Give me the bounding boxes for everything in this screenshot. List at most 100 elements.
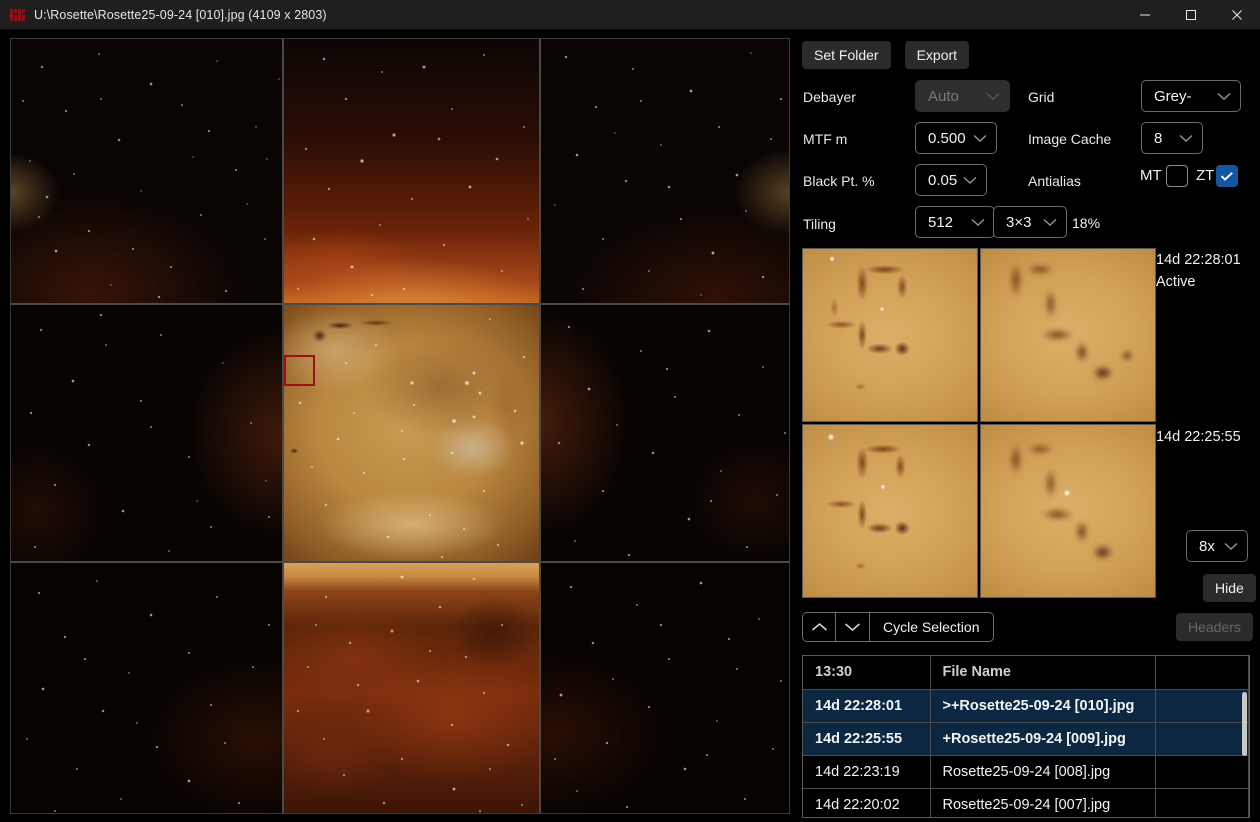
black-point-label: Black Pt. % [803, 173, 875, 189]
row-filename: >+Rosette25-09-24 [010].jpg [930, 689, 1156, 723]
tiling-grid-value: 3×3 [1006, 213, 1032, 231]
grid-line-vertical [282, 39, 284, 813]
table-row[interactable]: 14d 22:20:02 Rosette25-09-24 [007].jpg [803, 788, 1249, 817]
set-folder-button[interactable]: Set Folder [802, 41, 891, 69]
zt-label: ZT [1196, 167, 1215, 184]
tiling-label: Tiling [803, 216, 836, 232]
tiling-size-value: 512 [928, 213, 954, 231]
starfield [541, 305, 789, 561]
grid-line-vertical [539, 39, 541, 813]
zt-checkbox[interactable] [1216, 165, 1238, 187]
mt-checkbox[interactable] [1166, 165, 1188, 187]
image-cache-value: 8 [1154, 129, 1163, 147]
toolbar: Set Folder Export [802, 41, 970, 69]
mtf-label: MTF m [803, 131, 848, 147]
row-extra [1155, 722, 1249, 756]
image-tile-active[interactable] [284, 305, 539, 561]
tiling-size-dropdown[interactable]: 512 [915, 206, 995, 238]
image-tile[interactable] [11, 39, 282, 303]
mtf-dropdown[interactable]: 0.500 [915, 122, 997, 154]
grid-label: Grid [1028, 89, 1055, 105]
app-logo-icon [9, 7, 25, 23]
image-tile[interactable] [541, 305, 789, 561]
table-header-row: 13:30 File Name [803, 656, 1249, 690]
debayer-dropdown[interactable]: Auto [915, 80, 1010, 112]
chevron-down-icon [1217, 92, 1231, 101]
grid-dropdown[interactable]: Grey- [1141, 80, 1241, 112]
chevron-down-icon [973, 134, 987, 143]
row-time: 14d 22:25:55 [803, 722, 931, 756]
image-tile[interactable] [11, 305, 282, 561]
zoom-level-dropdown[interactable]: 8x [1186, 530, 1248, 562]
tiling-grid-dropdown[interactable]: 3×3 [993, 206, 1067, 238]
minimize-icon[interactable] [1122, 0, 1168, 30]
chevron-up-icon[interactable] [802, 612, 836, 642]
preview-thumb-prev-a[interactable] [802, 424, 978, 598]
image-viewer[interactable] [10, 38, 790, 814]
preview-thumb-current-b[interactable] [980, 248, 1156, 422]
starfield [541, 39, 789, 303]
column-header-filename[interactable]: File Name [930, 656, 1156, 690]
mtf-value: 0.500 [928, 129, 966, 147]
starfield [541, 563, 789, 813]
grid-value: Grey- [1154, 87, 1192, 105]
headers-button[interactable]: Headers [1176, 613, 1253, 641]
chevron-down-icon [986, 92, 1000, 101]
hide-button[interactable]: Hide [1203, 574, 1256, 602]
preview-bottom-timestamp: 14d 22:25:55 [1156, 429, 1241, 445]
preview-top-timestamp: 14d 22:28:01 [1156, 252, 1241, 268]
starfield [284, 39, 539, 303]
image-tile[interactable] [11, 563, 282, 813]
table-row[interactable]: 14d 22:25:55 +Rosette25-09-24 [009].jpg [803, 722, 1249, 756]
starfield [284, 305, 539, 561]
file-table-grid: 13:30 File Name 14d 22:28:01 >+Rosette25… [803, 656, 1249, 817]
chevron-down-icon [1179, 134, 1193, 143]
preview-thumb-prev-b[interactable] [980, 424, 1156, 598]
tiling-percent: 18% [1072, 215, 1101, 231]
image-tile[interactable] [541, 563, 789, 813]
grid-line-horizontal [11, 561, 789, 563]
image-tile[interactable] [284, 39, 539, 303]
column-header-extra[interactable] [1155, 656, 1249, 690]
image-tile[interactable] [541, 39, 789, 303]
chevron-down-icon [963, 176, 977, 185]
chevron-down-icon [1043, 218, 1057, 227]
starfield [11, 305, 282, 561]
column-header-time[interactable]: 13:30 [803, 656, 931, 690]
antialias-label: Antialias [1028, 173, 1081, 189]
grid-line-horizontal [11, 303, 789, 305]
debayer-value: Auto [928, 87, 959, 105]
cycle-selection-button[interactable]: Cycle Selection [870, 612, 994, 642]
preview-area [802, 248, 1160, 608]
table-scrollbar[interactable] [1242, 692, 1247, 756]
debayer-label: Debayer [803, 89, 856, 105]
zoom-level-value: 8x [1199, 537, 1215, 555]
image-cache-dropdown[interactable]: 8 [1141, 122, 1203, 154]
row-time: 14d 22:28:01 [803, 689, 931, 723]
image-cache-label: Image Cache [1028, 131, 1112, 147]
preview-top-status: Active [1156, 274, 1196, 290]
starfield [11, 39, 282, 303]
close-icon[interactable] [1214, 0, 1260, 30]
black-point-value: 0.05 [928, 171, 958, 189]
starfield [284, 563, 539, 813]
tile-grid [11, 39, 789, 813]
black-point-dropdown[interactable]: 0.05 [915, 164, 987, 196]
row-time: 14d 22:20:02 [803, 788, 931, 817]
table-row[interactable]: 14d 22:28:01 >+Rosette25-09-24 [010].jpg [803, 689, 1249, 723]
chevron-down-icon [1224, 542, 1238, 551]
image-tile[interactable] [284, 563, 539, 813]
file-table[interactable]: 13:30 File Name 14d 22:28:01 >+Rosette25… [802, 655, 1250, 818]
window-title: U:\Rosette\Rosette25-09-24 [010].jpg (41… [34, 7, 327, 22]
row-time: 14d 22:23:19 [803, 755, 931, 789]
chevron-down-icon[interactable] [836, 612, 870, 642]
row-extra [1155, 788, 1249, 817]
maximize-icon[interactable] [1168, 0, 1214, 30]
preview-thumb-current-a[interactable] [802, 248, 978, 422]
row-filename: Rosette25-09-24 [008].jpg [930, 755, 1156, 789]
row-extra [1155, 689, 1249, 723]
title-bar: U:\Rosette\Rosette25-09-24 [010].jpg (41… [0, 0, 1260, 30]
table-row[interactable]: 14d 22:23:19 Rosette25-09-24 [008].jpg [803, 755, 1249, 789]
export-button[interactable]: Export [904, 41, 970, 69]
mt-label: MT [1140, 167, 1162, 184]
